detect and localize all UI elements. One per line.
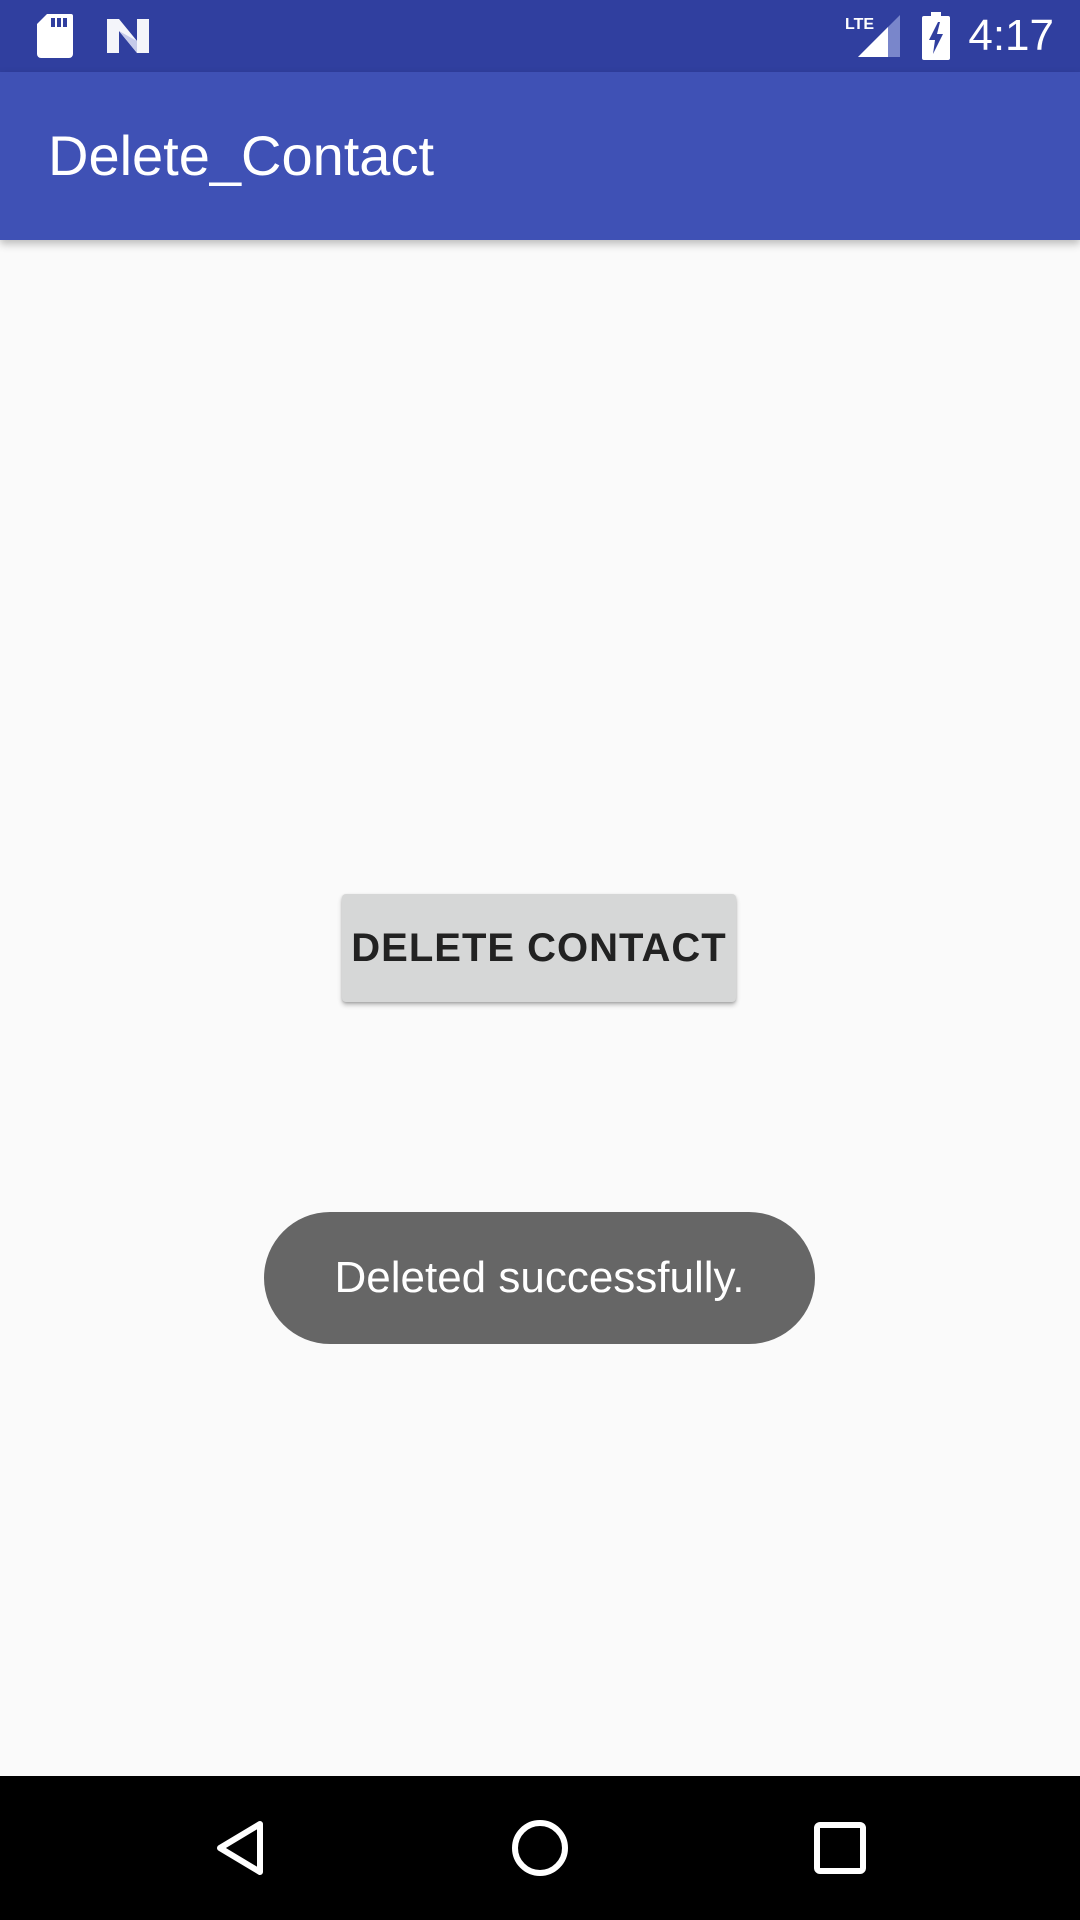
recents-button[interactable]: [768, 1776, 912, 1920]
app-bar: Delete_Contact: [0, 72, 1080, 240]
back-button[interactable]: [168, 1776, 312, 1920]
sd-card-icon: [30, 0, 80, 72]
main-content: [0, 240, 1080, 1776]
svg-text:LTE: LTE: [845, 16, 874, 33]
lte-signal-icon: LTE: [842, 0, 902, 72]
n-logo-icon: [100, 0, 156, 72]
status-bar: LTE 4:17: [0, 0, 1080, 72]
recents-icon: [814, 1822, 866, 1874]
toast-message: Deleted successfully.: [264, 1212, 815, 1344]
back-icon: [217, 1821, 263, 1875]
status-clock: 4:17: [968, 11, 1054, 60]
navigation-bar: [0, 1776, 1080, 1920]
toast-text: Deleted successfully.: [334, 1253, 745, 1302]
delete-contact-button[interactable]: DELETE CONTACT: [342, 894, 736, 1002]
home-button[interactable]: [468, 1776, 612, 1920]
app-title: Delete_Contact: [48, 124, 435, 187]
home-icon: [512, 1820, 568, 1876]
battery-charging-icon: [918, 0, 954, 72]
